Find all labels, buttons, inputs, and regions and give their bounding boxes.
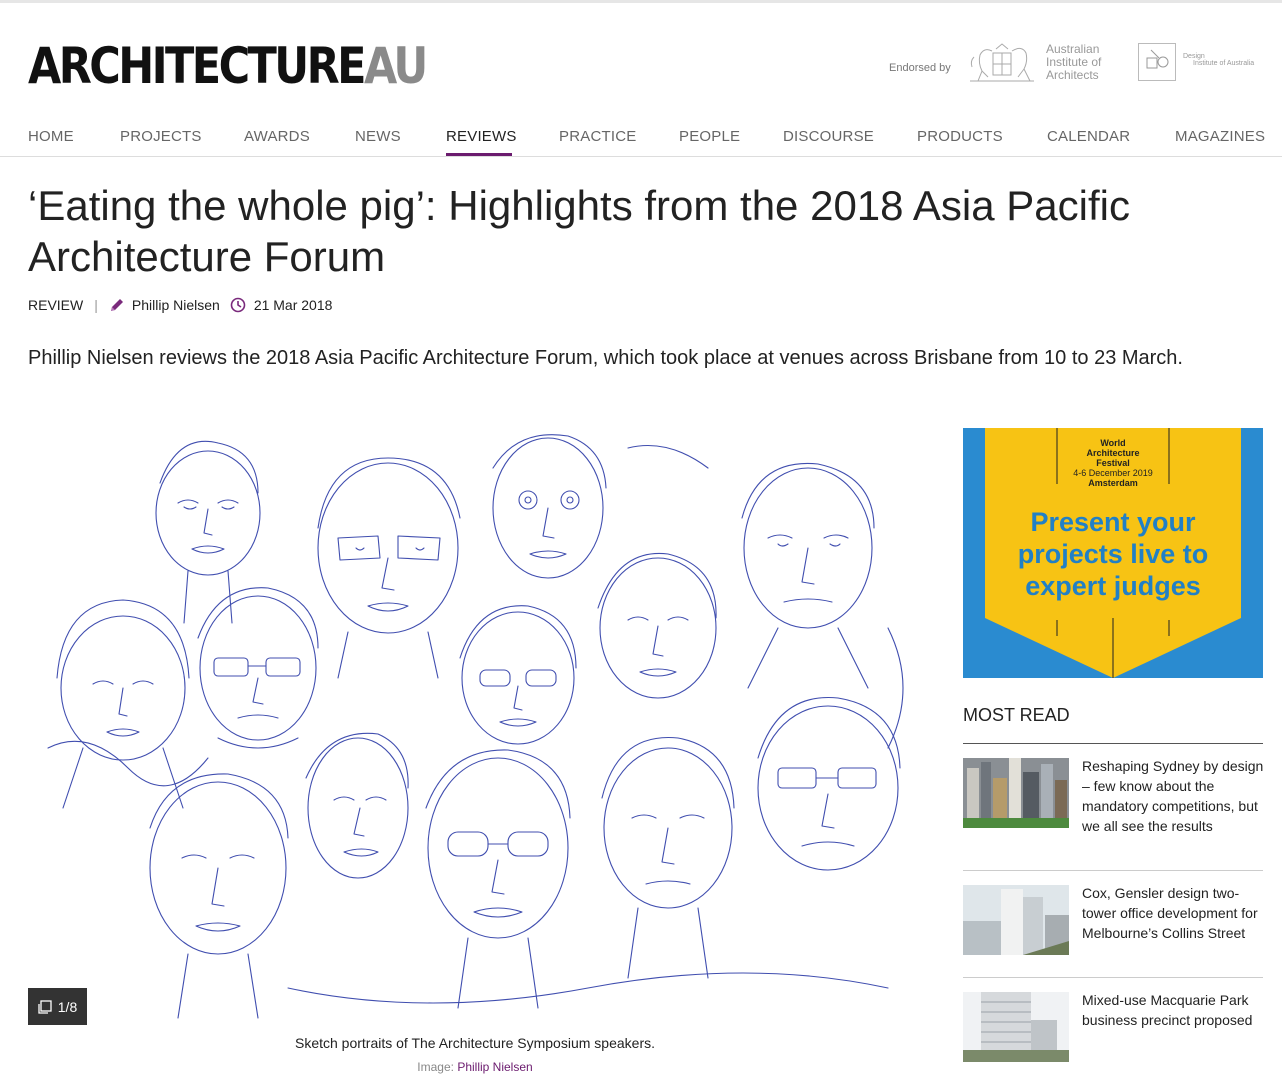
ad-event-line5: Amsterdam [1088, 478, 1138, 488]
ad-headline-line1: Present your [1030, 507, 1196, 537]
ad-headline-line2: projects live to [1017, 539, 1209, 569]
ad-event-line2: Architecture [1086, 448, 1140, 458]
image-caption: Sketch portraits of The Architecture Sym… [294, 1035, 655, 1051]
nav-active-indicator [446, 153, 512, 156]
article-date: 21 Mar 2018 [253, 297, 333, 313]
nav-calendar[interactable]: CALENDAR [1047, 128, 1130, 145]
article-meta: REVIEW | Phillip Nielsen 21 Mar 2018 [28, 297, 332, 313]
top-border [0, 0, 1282, 3]
image-credit-name[interactable]: Phillip Nielsen [457, 1060, 532, 1074]
nav-products[interactable]: PRODUCTS [917, 128, 1003, 145]
ad-event-line3: Festival [1096, 458, 1130, 468]
most-read-link-1[interactable]: Reshaping Sydney by design – few know ab… [1082, 756, 1264, 836]
ad-headline-line3: expert judges [1025, 571, 1201, 601]
nav-people[interactable]: PEOPLE [679, 128, 740, 145]
main-nav: HOME PROJECTS AWARDS NEWS REVIEWS PRACTI… [0, 122, 1282, 157]
logo-suffix: AU [363, 37, 428, 95]
waf-advertisement[interactable]: World Architecture Festival 4-6 December… [963, 428, 1263, 678]
nav-reviews[interactable]: REVIEWS [446, 128, 517, 145]
endorsed-by-label: Endorsed by [889, 62, 951, 74]
sketch-portraits-image[interactable] [28, 428, 936, 1026]
article-category[interactable]: REVIEW [28, 297, 83, 313]
nav-projects[interactable]: PROJECTS [120, 128, 202, 145]
gallery-counter: 1/8 [57, 998, 78, 1015]
aia-emblem-icon[interactable] [966, 43, 1038, 83]
article-author[interactable]: Phillip Nielsen [132, 297, 220, 313]
nav-magazines[interactable]: MAGAZINES [1175, 128, 1265, 145]
nav-discourse[interactable]: DISCOURSE [783, 128, 874, 145]
most-read-divider [963, 743, 1263, 744]
image-credit: Image: Phillip Nielsen [28, 1060, 922, 1074]
site-logo[interactable]: ARCHITECTUREAU [28, 36, 428, 96]
most-read-thumb-3[interactable] [963, 992, 1069, 1062]
article-title: ‘Eating the whole pig’: Highlights from … [28, 182, 1130, 280]
di-line1: Design [1183, 53, 1205, 60]
pencil-icon [110, 299, 123, 311]
most-read-link-2[interactable]: Cox, Gensler design two-tower office dev… [1082, 883, 1264, 943]
most-read-thumb-2[interactable] [963, 885, 1069, 955]
design-institute-logo-icon[interactable] [1138, 43, 1176, 81]
gallery-counter-button[interactable]: 1/8 [28, 988, 87, 1025]
di-line2: Institute of Australia [1193, 60, 1255, 67]
meta-separator: | [94, 297, 98, 313]
article-standfirst: Phillip Nielsen reviews the 2018 Asia Pa… [28, 347, 1183, 369]
gallery-icon [38, 999, 52, 1014]
most-read-link-3[interactable]: Mixed-use Macquarie Park business precin… [1082, 990, 1264, 1030]
nav-awards[interactable]: AWARDS [244, 128, 310, 145]
ad-headline: Present your projects live to expert jud… [963, 506, 1263, 602]
most-read-heading: MOST READ [963, 705, 1070, 725]
image-credit-label: Image: [417, 1060, 454, 1074]
ad-event-details: World Architecture Festival 4-6 December… [963, 438, 1263, 488]
di-name[interactable]: Design Institute of Australia [1183, 53, 1254, 67]
nav-home[interactable]: HOME [28, 128, 74, 145]
most-read-divider [963, 870, 1263, 871]
aia-line3: Architects [1046, 68, 1099, 82]
most-read-thumb-1[interactable] [963, 758, 1069, 828]
nav-practice[interactable]: PRACTICE [559, 128, 636, 145]
most-read-divider [963, 977, 1263, 978]
nav-news[interactable]: NEWS [355, 128, 401, 145]
aia-name[interactable]: Australian Institute of Architects [1046, 43, 1101, 82]
clock-icon [230, 297, 246, 313]
ad-event-line4: 4-6 December 2019 [1073, 468, 1153, 478]
ad-event-line1: World [1100, 438, 1126, 448]
logo-main: ARCHITECTURE [28, 37, 367, 95]
